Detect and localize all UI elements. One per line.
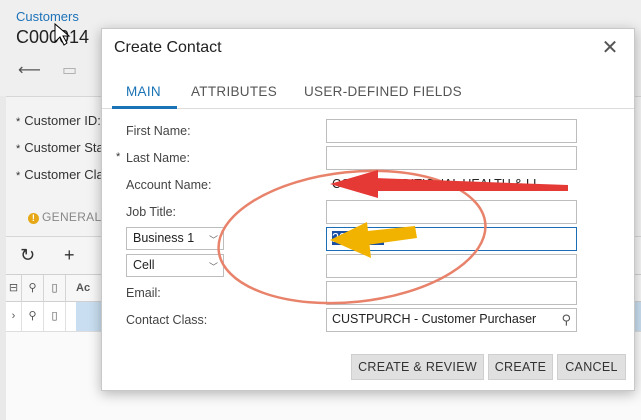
save-icon[interactable]: ▭ <box>62 60 77 80</box>
note-icon[interactable]: ▯ <box>44 302 66 331</box>
summary-label: * Customer Cla <box>16 167 104 182</box>
last-name-label: * Last Name: <box>116 151 190 165</box>
contact-class-field[interactable]: CUSTPURCH - Customer Purchaser ⚲ <box>326 308 577 332</box>
summary-label: * Customer Sta <box>16 140 104 155</box>
warning-icon: ! <box>28 213 39 224</box>
add-icon[interactable]: + <box>64 245 75 266</box>
email-label: Email: <box>126 286 161 300</box>
job-title-label: Job Title: <box>126 205 177 219</box>
dialog-title: Create Contact <box>114 39 222 56</box>
phone1-type-value: Business 1 <box>133 231 195 245</box>
chevron-down-icon: ﹀ <box>208 235 218 245</box>
tab-attributes[interactable]: ATTRIBUTES <box>191 84 277 99</box>
phone2-type-select[interactable]: Cell ﹀ <box>126 254 224 277</box>
grid-column-header[interactable]: Ac <box>66 275 106 302</box>
last-name-field[interactable] <box>326 146 577 170</box>
phone1-field[interactable]: 201 0001 <box>326 227 577 251</box>
dialog-tabs: MAIN ATTRIBUTES USER-DEFINED FIELDS <box>102 75 634 109</box>
required-marker: * <box>116 151 121 163</box>
job-title-field[interactable] <box>326 200 577 224</box>
tab-user-defined-fields[interactable]: USER-DEFINED FIELDS <box>304 84 462 99</box>
create-and-review-button[interactable]: CREATE & REVIEW <box>351 354 484 380</box>
contact-class-label: Contact Class: <box>126 313 208 327</box>
first-name-field[interactable] <box>326 119 577 143</box>
tab-main[interactable]: MAIN <box>126 84 161 99</box>
summary-label: * Customer ID: <box>16 113 101 128</box>
first-name-label: First Name: <box>126 124 191 138</box>
cancel-button[interactable]: CANCEL <box>557 354 626 380</box>
refresh-icon[interactable]: ↻ <box>20 245 35 266</box>
search-icon[interactable]: ⚲ <box>561 312 571 328</box>
phone2-field[interactable] <box>326 254 577 278</box>
close-icon[interactable]: ✕ <box>599 37 621 59</box>
row-expand-icon[interactable]: › <box>6 302 22 331</box>
create-contact-dialog: Create Contact ✕ MAIN ATTRIBUTES USER-DE… <box>101 28 635 391</box>
create-button[interactable]: CREATE <box>488 354 553 380</box>
contact-class-value: CUSTPURCH - Customer Purchaser <box>332 312 537 326</box>
active-tab-indicator <box>112 106 177 109</box>
phone2-type-value: Cell <box>133 258 155 272</box>
page-title: C000014 <box>16 27 90 47</box>
chevron-down-icon: ﹀ <box>208 262 218 272</box>
tab-general[interactable]: ! GENERAL <box>28 210 101 224</box>
note-icon: ▯ <box>44 275 66 302</box>
email-field[interactable] <box>326 281 577 305</box>
attachment-icon: ⚲ <box>22 275 44 302</box>
phone1-value: 201 0001 <box>332 231 385 245</box>
phone1-type-select[interactable]: Business 1 ﹀ <box>126 227 224 250</box>
attachment-icon[interactable]: ⚲ <box>22 302 44 331</box>
row-selector-icon[interactable]: ⊟ <box>6 275 22 302</box>
account-name-value: COSTA TRADITIONAL HEALTH & LI <box>326 173 577 197</box>
account-name-label: Account Name: <box>126 178 212 192</box>
back-icon[interactable]: ⟵ <box>18 60 41 80</box>
breadcrumb-customers[interactable]: Customers <box>16 9 79 24</box>
